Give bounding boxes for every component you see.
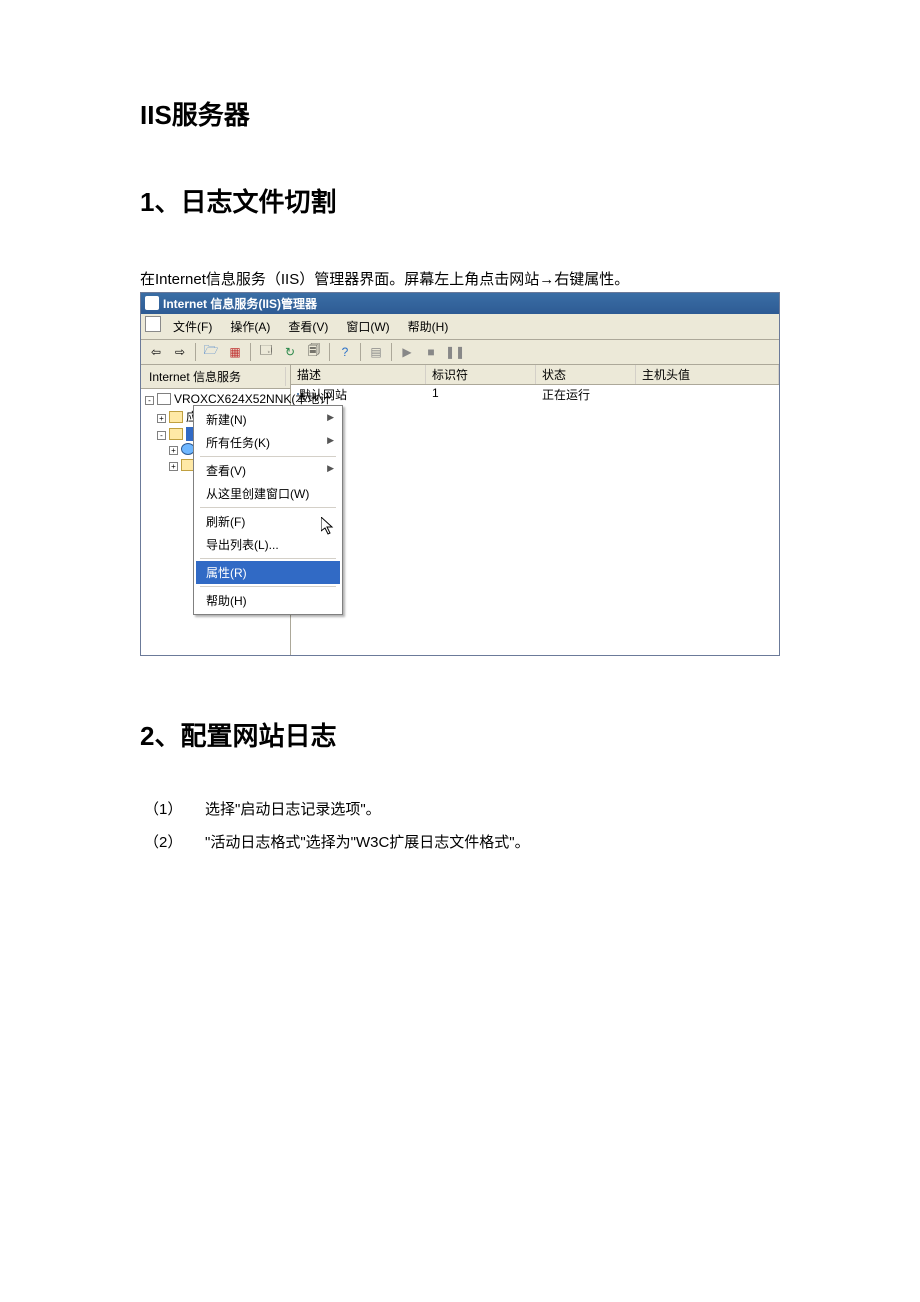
menu-divider <box>200 456 336 457</box>
tree-header: Internet 信息服务 <box>141 365 290 389</box>
menu-window[interactable]: 窗口(W) <box>340 316 399 337</box>
menu-all-tasks[interactable]: 所有任务(K) <box>196 431 340 454</box>
list-pane: 描述 标识符 状态 主机头值 默认网站 1 正在运行 <box>291 365 779 655</box>
separator <box>250 343 251 361</box>
menu-divider <box>200 586 336 587</box>
cell-host <box>636 386 779 403</box>
menu-help[interactable]: 帮助(H) <box>402 316 459 337</box>
folder-icon <box>169 411 183 423</box>
menu-new-window[interactable]: 从这里创建窗口(W) <box>196 482 340 505</box>
menubar: 文件(F) 操作(A) 查看(V) 窗口(W) 帮助(H) <box>141 314 779 340</box>
refresh-icon[interactable]: ↻ <box>279 342 301 362</box>
toolbar: ⇦ ⇨ 🗁 ▦ 🗔 ↻ 🗐 ? ▤ ▶ ■ ❚❚ <box>141 340 779 365</box>
cell-status: 正在运行 <box>536 386 636 403</box>
col-host[interactable]: 主机头值 <box>636 365 779 384</box>
forward-icon[interactable]: ⇨ <box>169 342 191 362</box>
menu-export-list[interactable]: 导出列表(L)... <box>196 533 340 556</box>
cell-id: 1 <box>426 386 536 403</box>
separator <box>360 343 361 361</box>
col-status[interactable]: 状态 <box>536 365 636 384</box>
stop-icon[interactable]: ■ <box>420 342 442 362</box>
separator <box>195 343 196 361</box>
folder-icon <box>169 428 183 440</box>
tree-header-label: Internet 信息服务 <box>145 367 286 386</box>
menu-icon <box>145 316 161 332</box>
tree-pane: Internet 信息服务 -VROXCX624X52NNK(本地计 +应用程序… <box>141 365 291 655</box>
list-header: 描述 标识符 状态 主机头值 <box>291 365 779 385</box>
menu-file[interactable]: 文件(F) <box>167 316 222 337</box>
expand-icon[interactable]: + <box>169 446 178 455</box>
list-item-1: （1） 选择"启动日志记录选项"。 <box>140 798 780 819</box>
menu-view[interactable]: 查看(V) <box>282 316 338 337</box>
section-1-title: 1、日志文件切割 <box>140 182 780 219</box>
grid-icon[interactable]: ▦ <box>224 342 246 362</box>
context-menu: 新建(N) 所有任务(K) 查看(V) 从这里创建窗口(W) 刷新(F) 导出列… <box>193 405 343 615</box>
menu-properties[interactable]: 属性(R) <box>196 561 340 584</box>
list-item-text: "活动日志格式"选择为"W3C扩展日志文件格式"。 <box>205 831 530 852</box>
export-icon[interactable]: 🗐 <box>303 342 325 362</box>
menu-new[interactable]: 新建(N) <box>196 408 340 431</box>
expand-icon[interactable]: - <box>145 396 154 405</box>
menu-action[interactable]: 操作(A) <box>224 316 280 337</box>
list-row[interactable]: 默认网站 1 正在运行 <box>291 385 779 404</box>
list-item-num: （1） <box>140 798 205 819</box>
col-desc[interactable]: 描述 <box>291 365 426 384</box>
section-2-title: 2、配置网站日志 <box>140 716 780 753</box>
separator <box>391 343 392 361</box>
cursor-icon <box>321 517 337 535</box>
list-item-num: （2） <box>140 831 205 852</box>
list-item-2: （2） "活动日志格式"选择为"W3C扩展日志文件格式"。 <box>140 831 780 852</box>
page-title: IIS服务器 <box>140 95 780 132</box>
expand-icon[interactable]: + <box>157 414 166 423</box>
computer-icon <box>157 393 171 405</box>
pause-icon[interactable]: ❚❚ <box>444 342 466 362</box>
iis-manager-window: Internet 信息服务(IIS)管理器 文件(F) 操作(A) 查看(V) … <box>140 292 780 656</box>
list-item-text: 选择"启动日志记录选项"。 <box>205 798 381 819</box>
col-id[interactable]: 标识符 <box>426 365 536 384</box>
separator <box>329 343 330 361</box>
help-icon[interactable]: ? <box>334 342 356 362</box>
menu-divider <box>200 558 336 559</box>
expand-icon[interactable]: - <box>157 431 166 440</box>
back-icon[interactable]: ⇦ <box>145 342 167 362</box>
expand-icon[interactable]: + <box>169 462 178 471</box>
play-icon[interactable]: ▶ <box>396 342 418 362</box>
app-icon <box>145 296 159 310</box>
menu-help[interactable]: 帮助(H) <box>196 589 340 612</box>
spacer-icon: ▤ <box>365 342 387 362</box>
properties-icon[interactable]: 🗔 <box>255 342 277 362</box>
up-icon[interactable]: 🗁 <box>200 342 222 362</box>
section-1-intro: 在Internet信息服务（IIS）管理器界面。屏幕左上角点击网站→右键属性。 <box>140 269 780 292</box>
menu-divider <box>200 507 336 508</box>
menu-view[interactable]: 查看(V) <box>196 459 340 482</box>
menu-refresh[interactable]: 刷新(F) <box>196 510 340 533</box>
window-title-text: Internet 信息服务(IIS)管理器 <box>163 295 317 312</box>
tree-root-label: VROXCX624X52NNK(本地计 <box>174 392 331 406</box>
window-titlebar: Internet 信息服务(IIS)管理器 <box>141 293 779 314</box>
